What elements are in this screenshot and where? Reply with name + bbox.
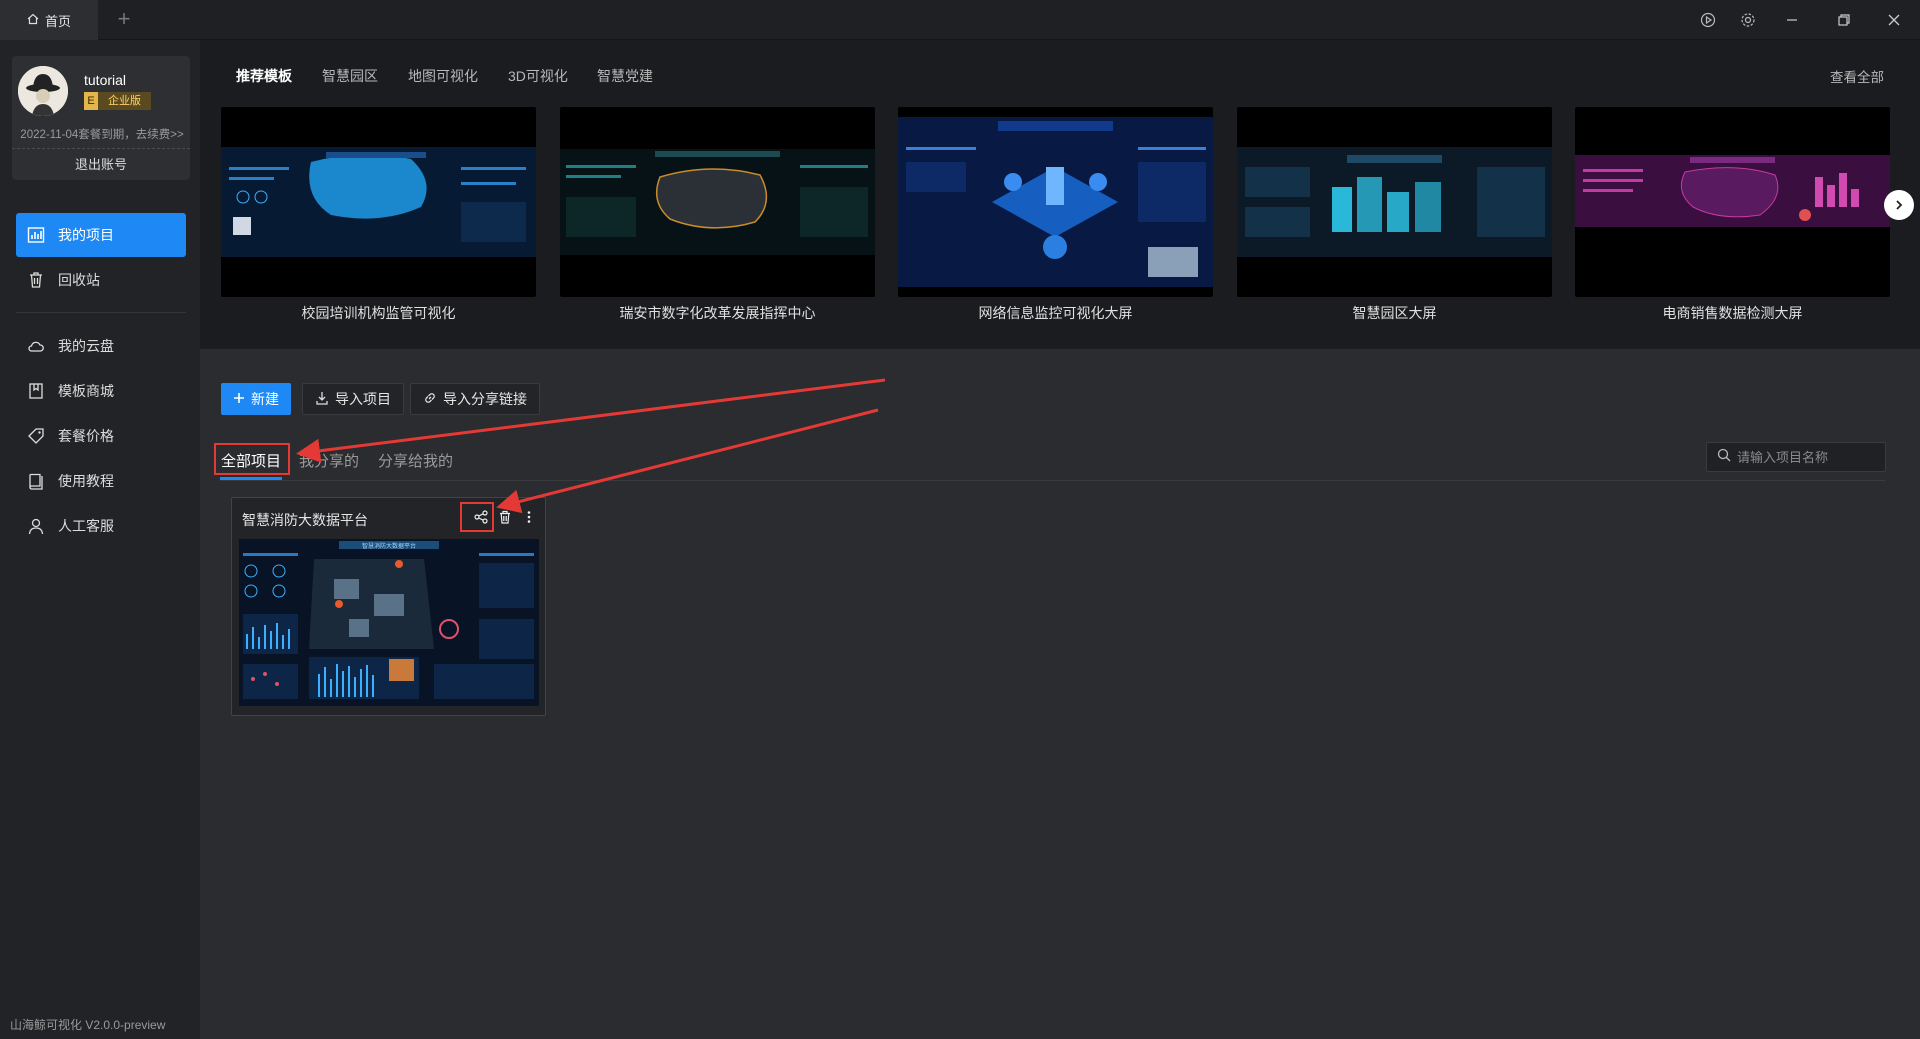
more-vertical-icon — [522, 510, 536, 529]
template-caption: 智慧园区大屏 — [1352, 305, 1437, 321]
new-project-button[interactable]: 新建 — [221, 383, 291, 415]
divider — [12, 148, 190, 149]
close-icon[interactable] — [1874, 0, 1914, 40]
template-thumbnail — [560, 107, 875, 297]
tab-category-3d[interactable]: 3D可视化 — [508, 66, 568, 86]
chevron-right-icon — [1893, 195, 1905, 216]
home-icon — [27, 13, 39, 28]
sidebar: tutorial E 企业版 2022-11-04套餐到期，去续费>> 退出账号… — [0, 40, 200, 1039]
view-all-link[interactable]: 查看全部 — [1830, 66, 1884, 86]
template-thumbnail — [221, 107, 536, 297]
sidebar-item-label: 我的项目 — [58, 227, 114, 243]
restore-icon[interactable] — [1824, 0, 1864, 40]
user-icon — [26, 516, 46, 536]
plan-badge: E 企业版 — [84, 92, 151, 110]
sidebar-item-label: 模板商城 — [58, 383, 114, 399]
sidebar-item-label: 使用教程 — [58, 473, 114, 489]
play-icon[interactable] — [1688, 0, 1728, 40]
plan-badge-letter: E — [84, 92, 98, 110]
tab-my-shared[interactable]: 我分享的 — [299, 450, 359, 471]
next-arrow-button[interactable] — [1884, 190, 1914, 220]
sidebar-item-label: 人工客服 — [58, 518, 114, 534]
link-icon — [423, 391, 437, 408]
trash-icon — [26, 270, 46, 290]
plan-expire-link[interactable]: 2022-11-04套餐到期，去续费>> — [16, 126, 188, 142]
template-thumbnail — [1575, 107, 1890, 297]
tab-category-smart-park[interactable]: 智慧园区 — [322, 66, 378, 86]
user-card: tutorial E 企业版 2022-11-04套餐到期，去续费>> 退出账号 — [12, 56, 190, 180]
import-share-link-button[interactable]: 导入分享链接 — [410, 383, 540, 415]
annotation-arrow — [496, 408, 879, 514]
title-bar: 首页 + — [0, 0, 1920, 40]
template-thumbnail — [898, 107, 1213, 297]
sidebar-item-cloud[interactable]: 我的云盘 — [16, 324, 186, 368]
delete-button[interactable] — [494, 508, 516, 530]
sidebar-item-tutorial[interactable]: 使用教程 — [16, 459, 186, 503]
plan-badge-text: 企业版 — [98, 92, 151, 110]
sidebar-item-support[interactable]: 人工客服 — [16, 504, 186, 548]
cloud-icon — [26, 336, 46, 356]
project-search[interactable] — [1706, 442, 1886, 472]
tab-home-label: 首页 — [44, 13, 71, 29]
chart-icon — [26, 225, 46, 245]
new-project-label: 新建 — [251, 391, 279, 407]
sidebar-item-recycle-bin[interactable]: 回收站 — [16, 258, 186, 302]
template-card[interactable]: 智慧园区大屏 — [1237, 107, 1552, 323]
template-card[interactable]: 电商销售数据检测大屏 — [1575, 107, 1890, 323]
template-card[interactable]: 校园培训机构监管可视化 — [221, 107, 536, 323]
import-project-label: 导入项目 — [335, 391, 391, 407]
project-thumbnail-title: 智慧消防大数据平台 — [362, 542, 416, 550]
avatar[interactable] — [18, 66, 68, 116]
download-icon — [315, 391, 329, 408]
import-share-link-label: 导入分享链接 — [443, 391, 527, 407]
tab-category-recommended[interactable]: 推荐模板 — [236, 66, 292, 86]
annotation-highlight-box — [214, 443, 290, 475]
tab-shared-with-me[interactable]: 分享给我的 — [378, 450, 453, 471]
app-version: 山海鲸可视化 V2.0.0-preview — [10, 1018, 166, 1032]
bookmark-icon — [26, 381, 46, 401]
template-panel: 推荐模板 智慧园区 地图可视化 3D可视化 智慧党建 查看全部 校园培训机构监管… — [200, 40, 1920, 349]
annotation-highlight-box — [460, 502, 494, 532]
search-input[interactable] — [1737, 449, 1877, 465]
tab-category-map[interactable]: 地图可视化 — [408, 66, 478, 86]
template-thumbnail — [1237, 107, 1552, 297]
template-caption: 瑞安市数字化改革发展指挥中心 — [619, 305, 816, 321]
sidebar-item-label: 套餐价格 — [58, 428, 114, 444]
tab-category-party[interactable]: 智慧党建 — [597, 66, 653, 86]
settings-icon[interactable] — [1728, 0, 1768, 40]
trash-icon — [498, 510, 512, 529]
template-card[interactable]: 网络信息监控可视化大屏 — [898, 107, 1213, 323]
search-icon — [1717, 448, 1731, 467]
tab-home[interactable]: 首页 — [0, 0, 98, 40]
book-icon — [26, 471, 46, 491]
template-caption: 电商销售数据检测大屏 — [1662, 305, 1803, 321]
sidebar-item-label: 回收站 — [58, 272, 100, 288]
add-tab-button[interactable]: + — [112, 8, 136, 32]
tag-icon — [26, 426, 46, 446]
plus-icon — [233, 391, 245, 407]
import-project-button[interactable]: 导入项目 — [302, 383, 404, 415]
logout-button[interactable]: 退出账号 — [12, 154, 190, 173]
username: tutorial — [84, 72, 127, 88]
minimize-icon[interactable] — [1772, 0, 1812, 40]
project-title: 智慧消防大数据平台 — [242, 512, 368, 528]
project-thumbnail: 智慧消防大数据平台 — [239, 539, 539, 706]
project-card[interactable]: 智慧消防大数据平台 智慧消防大数据平台 — [231, 497, 546, 716]
sidebar-item-pricing[interactable]: 套餐价格 — [16, 414, 186, 458]
sidebar-item-template-store[interactable]: 模板商城 — [16, 369, 186, 413]
divider — [16, 312, 186, 313]
template-card[interactable]: 瑞安市数字化改革发展指挥中心 — [560, 107, 875, 323]
more-options-button[interactable] — [518, 508, 540, 530]
template-caption: 网络信息监控可视化大屏 — [978, 305, 1133, 321]
template-caption: 校园培训机构监管可视化 — [301, 305, 456, 321]
divider — [220, 480, 1885, 481]
sidebar-item-my-projects[interactable]: 我的项目 — [16, 213, 186, 257]
sidebar-item-label: 我的云盘 — [58, 338, 114, 354]
